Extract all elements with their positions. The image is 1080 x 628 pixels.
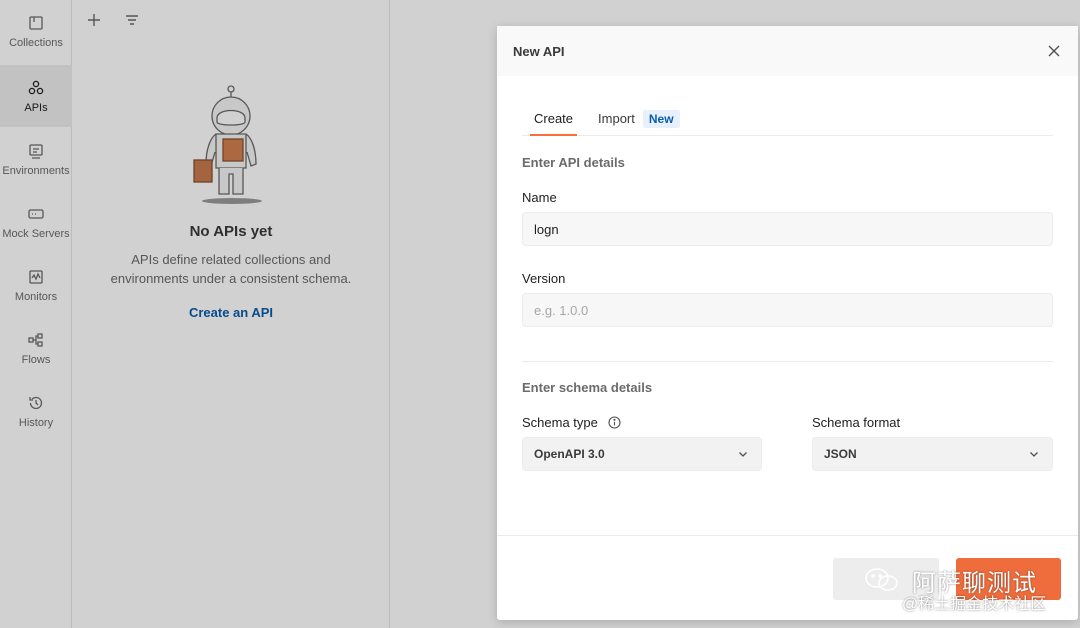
schema-format-select[interactable]: JSON	[812, 437, 1053, 471]
dialog-tabs: Create Import New	[522, 76, 1053, 136]
tab-label: Create	[534, 111, 574, 126]
schema-row: Schema type OpenAPI 3.0 Schema format JS…	[522, 415, 1053, 471]
schema-type-select[interactable]: OpenAPI 3.0	[522, 437, 762, 471]
schema-type-label: Schema type	[522, 415, 762, 430]
name-label: Name	[522, 190, 557, 205]
schema-type-label-text: Schema type	[522, 415, 598, 430]
chevron-down-icon	[1030, 452, 1038, 457]
schema-type-value: OpenAPI 3.0	[534, 447, 605, 461]
version-label: Version	[522, 271, 566, 286]
tab-import[interactable]: Import New	[598, 110, 680, 135]
watermark-credit: @稀土掘金技术社区	[902, 596, 1047, 613]
section-divider	[522, 361, 1053, 362]
schema-type-field: Schema type OpenAPI 3.0	[522, 415, 762, 471]
tab-label: Import	[598, 111, 635, 126]
dialog-header: New API	[497, 26, 1078, 76]
schema-format-field: Schema format JSON	[812, 415, 1053, 471]
new-api-dialog: New API Create Import New Enter API detai…	[497, 26, 1078, 620]
version-input[interactable]	[522, 293, 1053, 327]
schema-format-value: JSON	[824, 447, 857, 461]
chevron-down-icon	[739, 452, 747, 457]
info-icon[interactable]	[607, 416, 621, 429]
wechat-logo-icon	[865, 568, 898, 591]
dialog-body: Create Import New Enter API details Name …	[522, 76, 1053, 471]
dialog-title: New API	[513, 43, 565, 59]
schema-details-heading: Enter schema details	[522, 380, 653, 395]
schema-format-label: Schema format	[812, 415, 901, 430]
api-details-heading: Enter API details	[522, 155, 625, 170]
new-badge: New	[642, 110, 680, 128]
name-input[interactable]	[522, 212, 1053, 246]
tab-create[interactable]: Create	[529, 111, 578, 136]
close-icon[interactable]	[1046, 43, 1062, 59]
